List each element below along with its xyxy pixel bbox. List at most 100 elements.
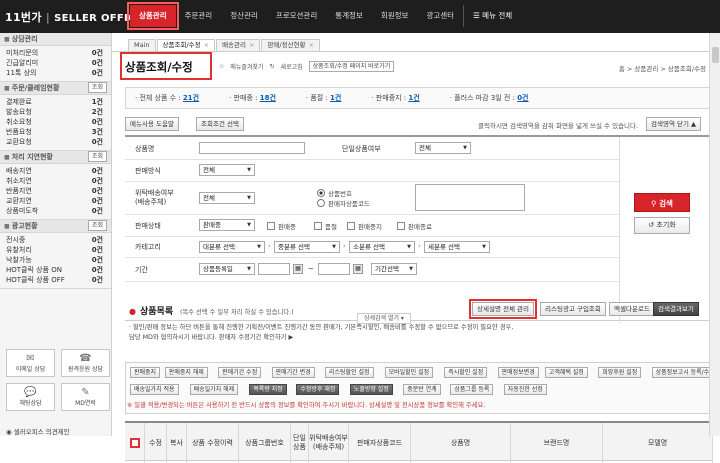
summary-value[interactable]: 0건 <box>517 94 528 102</box>
search-result-button[interactable]: 검색결과보기 <box>653 302 699 316</box>
page-shortcut-button[interactable]: 상품조회/수정 페이지 바로가기 <box>308 61 395 72</box>
scroll-thumb[interactable] <box>712 47 719 63</box>
sidebar-item[interactable]: 긴급알리미 0건 <box>0 58 111 68</box>
excel-download-button[interactable]: 엑셀다운로드 <box>609 302 655 316</box>
bulk-button-row2[interactable]: 상품그룹 등록 <box>450 384 494 395</box>
sidebar-item[interactable]: 발송요청 2건 <box>0 107 111 117</box>
search-button[interactable]: ⚲ 검색 <box>634 193 690 212</box>
sale-status-select[interactable]: 판매중 <box>199 219 255 231</box>
tab-2[interactable]: 배송관리 × <box>216 39 261 51</box>
shortcut-button[interactable]: 💬 채팅상담 <box>6 383 55 411</box>
sidebar-item[interactable]: 반품요청 3건 <box>0 127 111 137</box>
tab-1[interactable]: 상품조회/수정 × <box>156 39 216 51</box>
radio-product-number[interactable]: 상품번호 <box>317 188 352 198</box>
sidebar-item[interactable]: 배송지연 0건 <box>0 166 111 176</box>
gnb-item-6[interactable]: 광고센터 <box>417 5 463 27</box>
shortcut-button[interactable]: ✎ MD연락 <box>61 383 110 411</box>
bulk-button-row2[interactable]: 배송일가치 해제 <box>189 384 239 395</box>
chk-soldout[interactable]: 품절 <box>314 221 337 231</box>
consign-select[interactable]: 전체 <box>199 192 255 204</box>
refresh-icon[interactable]: ↻ <box>270 63 275 70</box>
bulk-button-row2[interactable]: 수정방후 재정 <box>296 384 340 395</box>
reset-button[interactable]: ↺ 초기화 <box>634 217 690 234</box>
detail-desc-manage-button[interactable]: 상세설명 전체 관리 <box>469 299 537 319</box>
scrollbar[interactable] <box>709 33 720 436</box>
bulk-button-row1[interactable]: 판매정보변경 <box>497 367 539 378</box>
bulk-button-row1[interactable]: 모바일할인 설정 <box>384 367 434 378</box>
close-search-button[interactable]: 검색영역 닫기 ▲ <box>646 117 702 131</box>
bulk-button-row1[interactable]: 판매중지 <box>130 367 161 378</box>
close-icon[interactable]: × <box>309 41 314 49</box>
bulk-button-row1[interactable]: 즉시할인 설정 <box>444 367 488 378</box>
calendar-end-icon[interactable]: ▦ <box>353 264 363 274</box>
category-large-select[interactable]: 대분류 선택 <box>199 241 265 253</box>
bulk-button-row1[interactable]: 고객혜택 설정 <box>544 367 588 378</box>
bookmark-link[interactable]: 매뉴즐겨찾기 <box>230 62 263 71</box>
product-name-input[interactable] <box>199 142 305 154</box>
chk-suspended[interactable]: 판매중지 <box>347 221 382 231</box>
gnb-item-1[interactable]: 주문관리 <box>176 5 222 27</box>
sidebar-item[interactable]: 낙찰가능 0건 <box>0 255 111 265</box>
sidebar-quick-button[interactable]: 조회 <box>87 220 107 232</box>
sidebar-item[interactable]: 결제완료 1건 <box>0 97 111 107</box>
close-icon[interactable]: × <box>249 41 254 49</box>
bulk-button-row1[interactable]: 판매기간 변경 <box>271 367 315 378</box>
sidebar-item[interactable]: 11톡 상의 0건 <box>0 68 111 78</box>
tab-3[interactable]: 판매/정산현황 × <box>261 39 320 51</box>
gnb-item-2[interactable]: 정산관리 <box>221 5 267 27</box>
summary-value[interactable]: 18건 <box>260 94 276 102</box>
chk-ended[interactable]: 판매종료 <box>397 221 432 231</box>
help-button[interactable]: 메뉴사용 도움말 <box>125 117 179 131</box>
bulk-button-row1[interactable]: 판매기간 수정 <box>218 367 262 378</box>
sale-type-select[interactable]: 전체 <box>199 164 255 176</box>
sidebar-item[interactable]: 전시중 0건 <box>0 235 111 245</box>
single-product-select[interactable]: 전체 <box>415 142 471 154</box>
sidebar-item[interactable]: 상품미도착 0건 <box>0 206 111 216</box>
bulk-button-row2[interactable]: 자동진한 선정 <box>503 384 547 395</box>
sidebar-item[interactable]: 교환지연 0건 <box>0 196 111 206</box>
bulk-button-row1[interactable]: 희망후원 설정 <box>598 367 642 378</box>
sidebar-item[interactable]: 미처리문의 0건 <box>0 48 111 58</box>
sidebar-item[interactable]: 취소지연 0건 <box>0 176 111 186</box>
shortcut-button[interactable]: ☎ 원격응원 상담 <box>61 349 110 377</box>
gnb-item-5[interactable]: 회원정보 <box>372 5 418 27</box>
summary-value[interactable]: 1건 <box>408 94 419 102</box>
sidebar-item[interactable]: HOT클릭 상품 ON 0건 <box>0 265 111 275</box>
gnb-item-0[interactable]: 상품관리 <box>127 2 179 30</box>
feedback-link[interactable]: ◉ 셀러오피스 의견제안 <box>6 426 70 436</box>
category-small-select[interactable]: 소분류 선택 <box>349 241 415 253</box>
calendar-start-icon[interactable]: ▦ <box>293 264 303 274</box>
bulk-button-row1[interactable]: 리스팅할인 설정 <box>325 367 374 378</box>
gnb-item-4[interactable]: 통계정보 <box>326 5 372 27</box>
brand-logo[interactable]: 11번가 | SELLER OFFICE <box>5 9 143 25</box>
select-all-checkbox[interactable] <box>129 438 140 448</box>
close-icon[interactable]: × <box>204 41 209 49</box>
sidebar-item[interactable]: 유찰처리 0건 <box>0 245 111 255</box>
summary-value[interactable]: 1건 <box>330 94 341 102</box>
period-type-select[interactable]: 상품등록일 <box>199 263 255 275</box>
category-detail-select[interactable]: 세분류 선택 <box>424 241 490 253</box>
sidebar-quick-button[interactable]: 조회 <box>87 82 107 94</box>
category-middle-select[interactable]: 중분류 선택 <box>274 241 340 253</box>
gnb-item-7[interactable]: ☰ 메뉴 전체 <box>463 5 521 27</box>
sidebar-item[interactable]: 반품지연 0건 <box>0 186 111 196</box>
product-number-textarea[interactable] <box>415 184 525 211</box>
bulk-button-row1[interactable]: 판매중지 해제 <box>164 367 208 378</box>
condition-select-button[interactable]: 조회조건 선택 <box>196 117 244 131</box>
chk-on-sale[interactable]: 판매중 <box>267 221 296 231</box>
end-date-input[interactable] <box>318 263 350 275</box>
sidebar-item[interactable]: 취소요청 0건 <box>0 117 111 127</box>
summary-value[interactable]: 21건 <box>183 94 199 102</box>
bulk-button-row2[interactable]: 배송일가치 적용 <box>130 384 179 395</box>
period-option-select[interactable]: 기간선택 <box>371 263 417 275</box>
sidebar-quick-button[interactable]: 조회 <box>87 151 107 163</box>
shortcut-button[interactable]: ✉ 이메일 상담 <box>6 349 55 377</box>
listing-ad-button[interactable]: 리스팅광고 구입조회 <box>540 302 606 316</box>
gnb-item-3[interactable]: 프로모션관리 <box>267 5 326 27</box>
bulk-button-row2[interactable]: 중분반 연계 <box>403 384 441 395</box>
bookmark-icon[interactable]: ☆ <box>219 63 224 70</box>
bulk-button-row2[interactable]: 복록량 지정 <box>249 384 287 395</box>
sidebar-item[interactable]: HOT클릭 상품 OFF 0건 <box>0 275 111 285</box>
start-date-input[interactable] <box>258 263 290 275</box>
radio-seller-code[interactable]: 판매자상품코드 <box>317 198 370 208</box>
